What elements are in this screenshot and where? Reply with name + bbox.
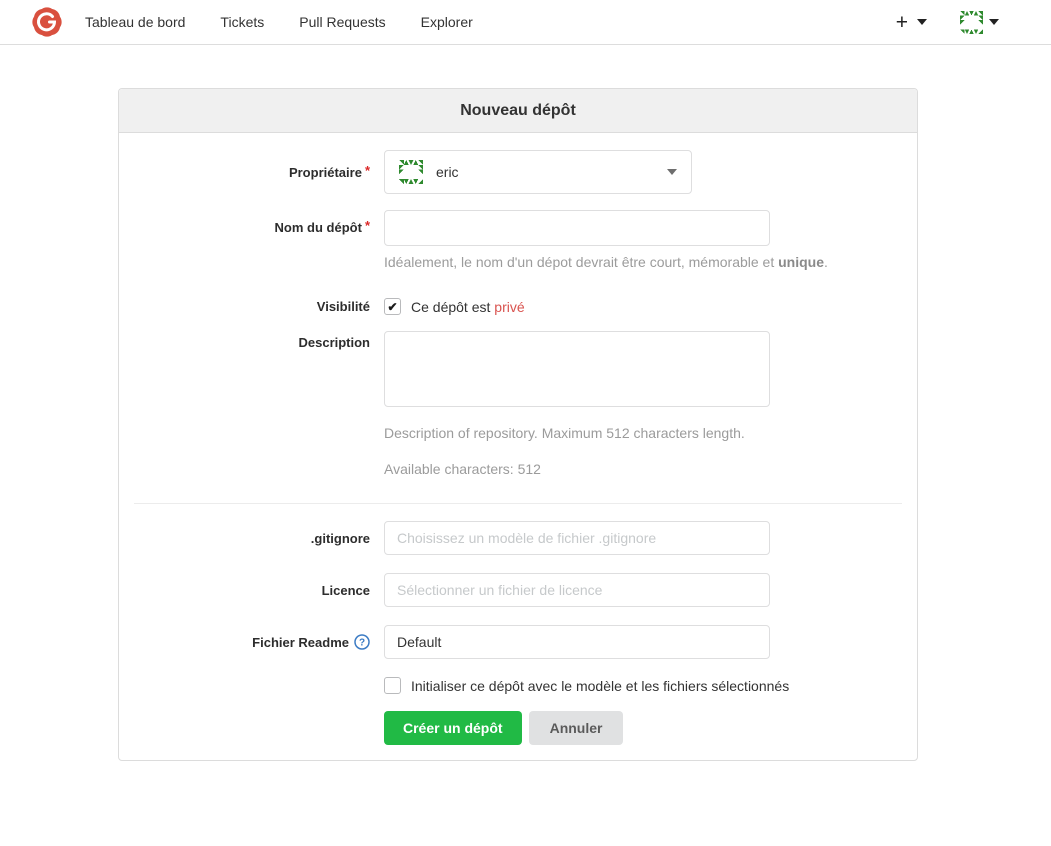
- description-field-row: Description Description of repository. M…: [134, 331, 902, 477]
- readme-label: Fichier Readme ?: [134, 634, 384, 650]
- required-asterisk: *: [365, 163, 370, 178]
- description-label: Description: [134, 331, 384, 350]
- new-repo-panel: Nouveau dépôt Propriétaire*: [118, 88, 918, 761]
- available-characters-text: Available characters: 512: [384, 461, 902, 477]
- readme-label-text: Fichier Readme: [252, 635, 349, 650]
- visibility-text-prefix: Ce dépôt est: [411, 299, 494, 315]
- panel-header: Nouveau dépôt: [119, 89, 917, 133]
- repo-name-field-row: Nom du dépôt* Idéalement, le nom d'un dé…: [134, 210, 902, 270]
- svg-text:?: ?: [359, 638, 365, 649]
- repo-name-help-suffix: .: [824, 254, 828, 270]
- init-checkbox-row: Initialiser ce dépôt avec le modèle et l…: [134, 677, 902, 694]
- required-asterisk: *: [365, 218, 370, 233]
- repo-name-help-bold: unique: [778, 254, 824, 270]
- repo-name-label-text: Nom du dépôt: [275, 220, 362, 235]
- gitignore-label: .gitignore: [134, 531, 384, 546]
- repo-name-help-prefix: Idéalement, le nom d'un dépot devrait êt…: [384, 254, 778, 270]
- visibility-label: Visibilité: [134, 299, 384, 314]
- readme-field-row: Fichier Readme ?: [134, 625, 902, 659]
- license-input[interactable]: [384, 573, 770, 607]
- create-repo-button[interactable]: Créer un dépôt: [384, 711, 522, 745]
- repo-name-label: Nom du dépôt*: [134, 210, 384, 235]
- section-divider: [134, 503, 902, 504]
- plus-icon[interactable]: +: [896, 12, 908, 33]
- owner-avatar-identicon: [399, 160, 423, 184]
- description-textarea[interactable]: [384, 331, 770, 407]
- visibility-field-row: Visibilité Ce dépôt est privé: [134, 298, 902, 315]
- form-actions-row: Créer un dépôt Annuler: [134, 711, 902, 745]
- owner-selected-value: eric: [436, 164, 667, 180]
- nav-item-issues[interactable]: Tickets: [220, 14, 264, 30]
- top-navbar: Tableau de bord Tickets Pull Requests Ex…: [0, 0, 1051, 45]
- description-help: Description of repository. Maximum 512 c…: [384, 425, 902, 441]
- gitea-logo-icon[interactable]: [30, 5, 64, 39]
- private-checkbox[interactable]: [384, 298, 401, 315]
- user-avatar[interactable]: [960, 11, 983, 34]
- owner-label-text: Propriétaire: [289, 165, 362, 180]
- owner-label: Propriétaire*: [134, 165, 384, 180]
- license-label: Licence: [134, 583, 384, 598]
- repo-name-input[interactable]: [384, 210, 770, 246]
- page-title: Nouveau dépôt: [460, 102, 576, 120]
- license-field-row: Licence: [134, 573, 902, 607]
- gitignore-field-row: .gitignore: [134, 521, 902, 555]
- panel-body: Propriétaire* eric: [119, 133, 917, 760]
- nav-item-pull-requests[interactable]: Pull Requests: [299, 14, 385, 30]
- readme-input[interactable]: [384, 625, 770, 659]
- nav-item-dashboard[interactable]: Tableau de bord: [85, 14, 185, 30]
- chevron-down-icon: [667, 169, 677, 175]
- navbar-right-group: +: [896, 11, 999, 34]
- question-circle-icon[interactable]: ?: [354, 634, 370, 650]
- chevron-down-icon[interactable]: [917, 19, 927, 25]
- repo-name-help: Idéalement, le nom d'un dépot devrait êt…: [384, 254, 902, 270]
- visibility-text: Ce dépôt est privé: [411, 299, 525, 315]
- init-repo-checkbox[interactable]: [384, 677, 401, 694]
- cancel-button[interactable]: Annuler: [529, 711, 624, 745]
- gitignore-input[interactable]: [384, 521, 770, 555]
- nav-item-explore[interactable]: Explorer: [421, 14, 473, 30]
- init-checkbox-label: Initialiser ce dépôt avec le modèle et l…: [411, 678, 789, 694]
- owner-dropdown[interactable]: eric: [384, 150, 692, 194]
- chevron-down-icon[interactable]: [989, 19, 999, 25]
- owner-field-row: Propriétaire* eric: [134, 150, 902, 194]
- private-highlight: privé: [494, 299, 524, 315]
